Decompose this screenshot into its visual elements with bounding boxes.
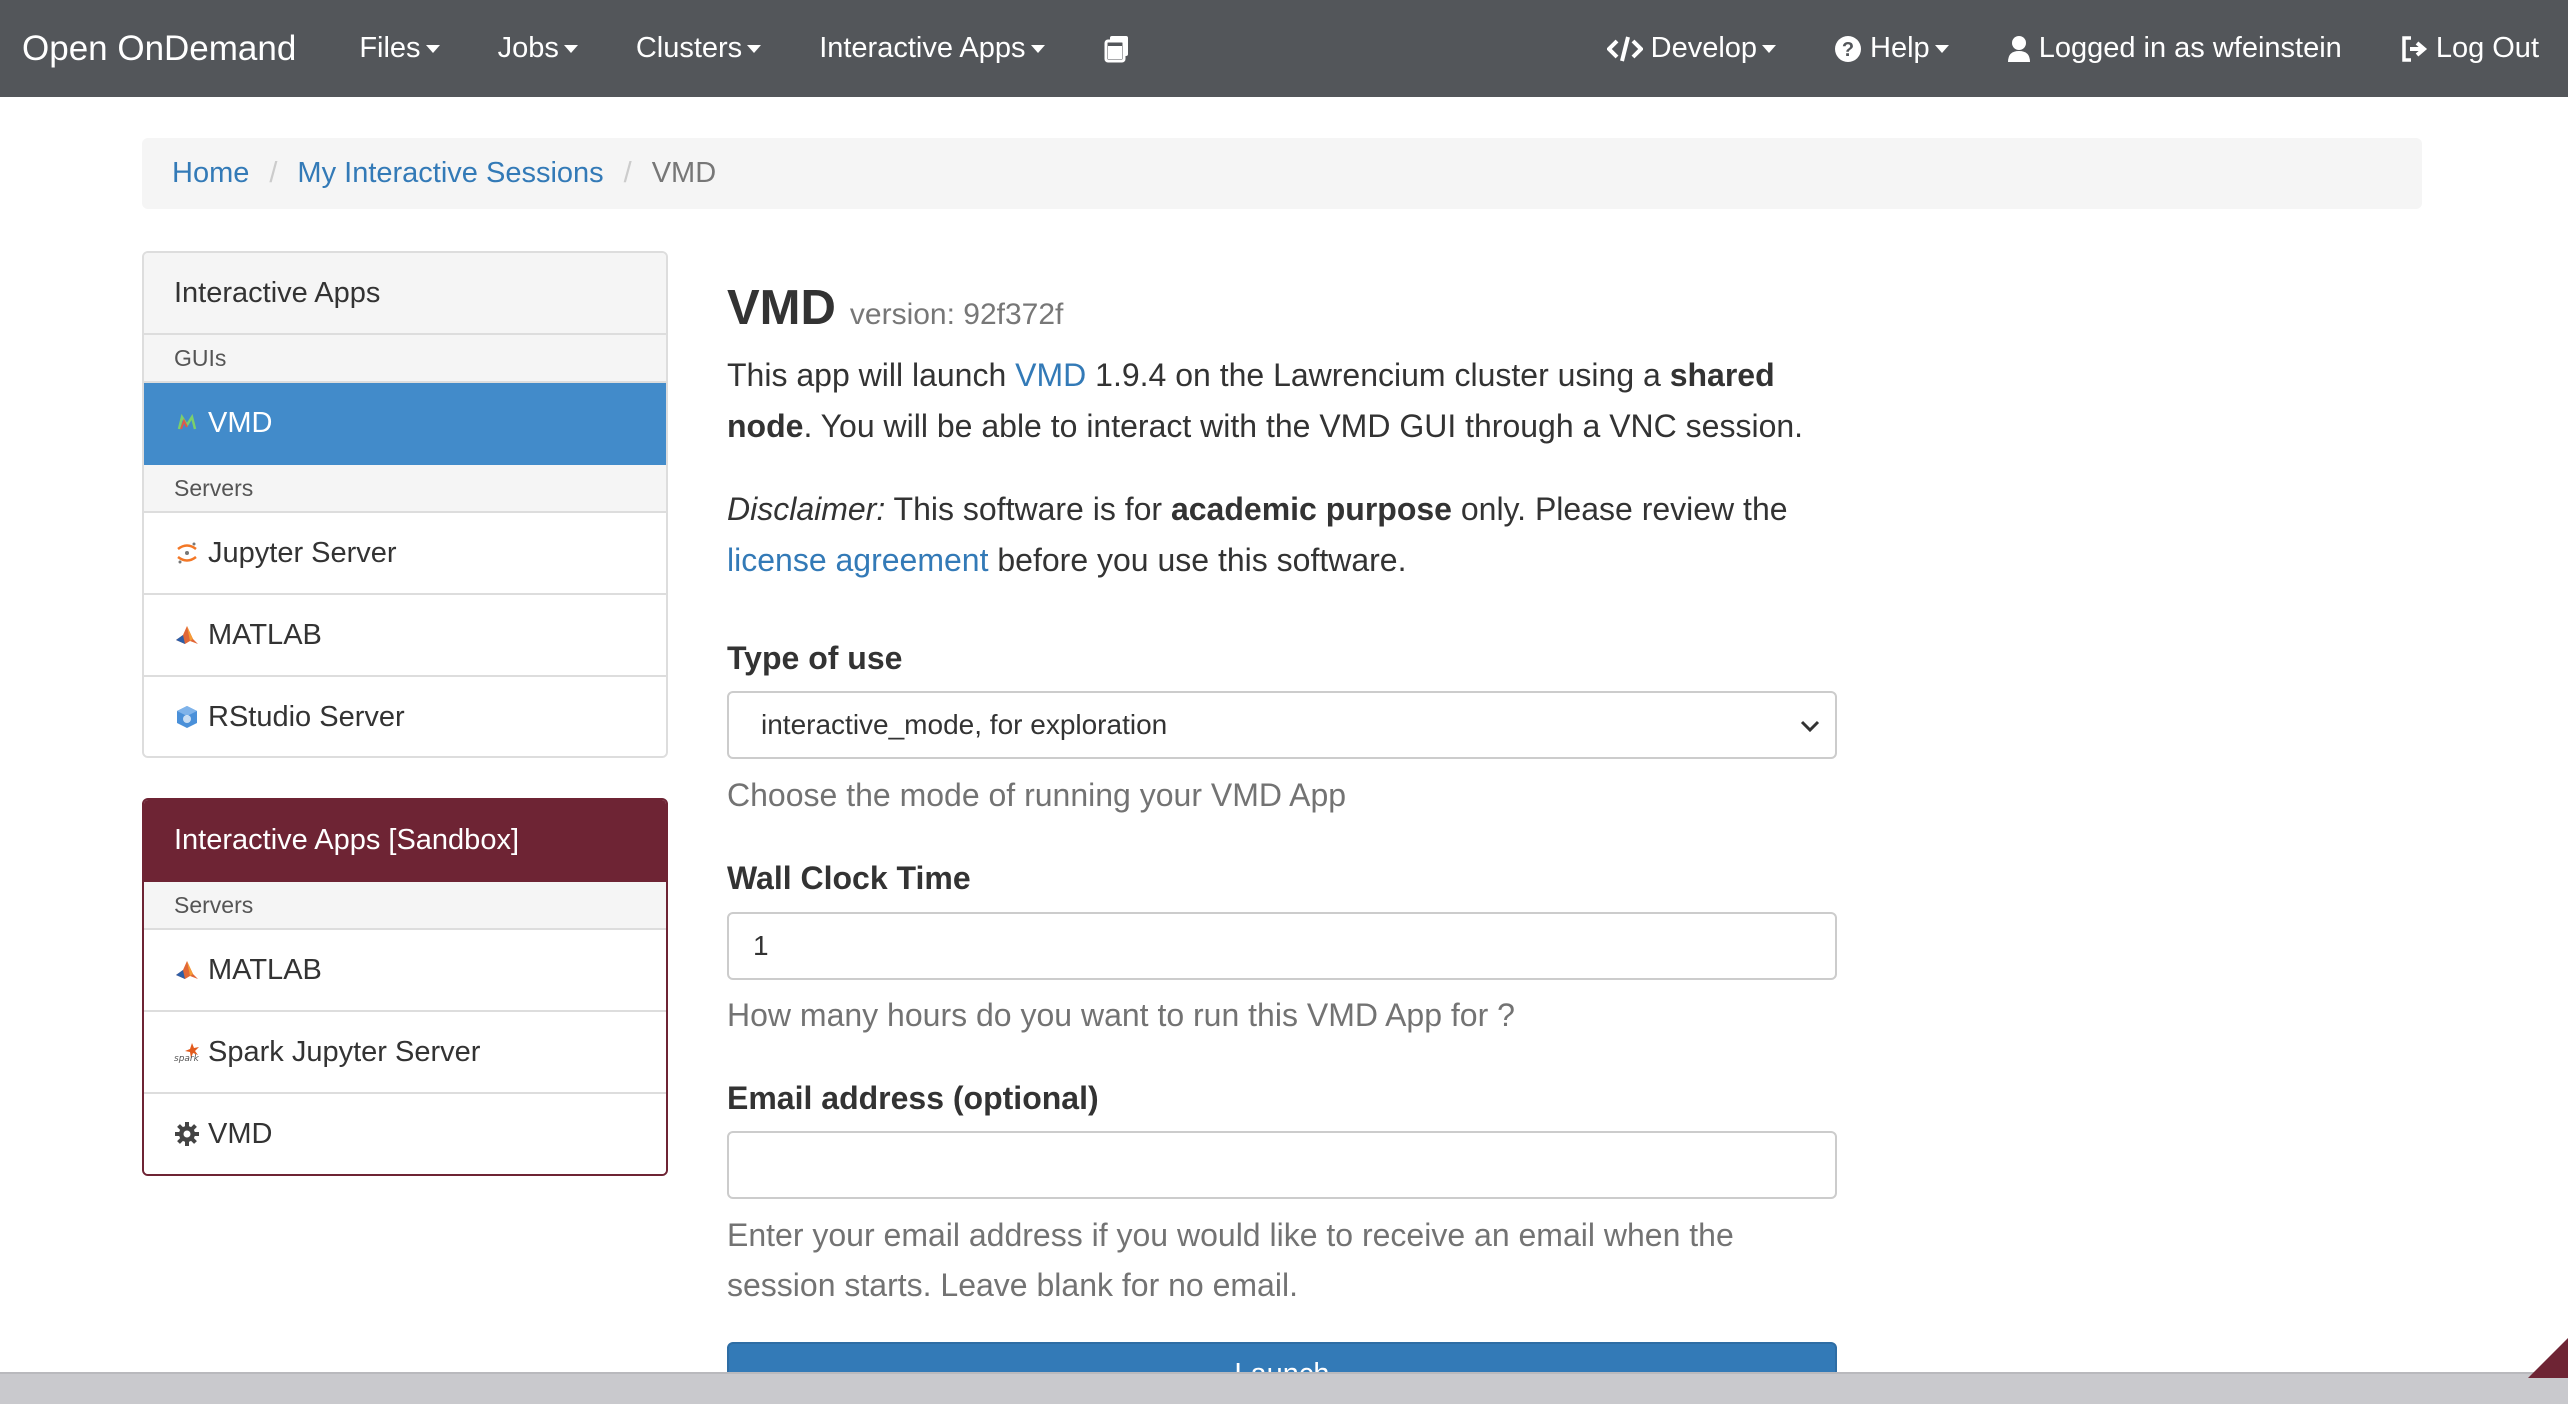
matlab-icon [174,622,200,648]
logout-label: Log Out [2435,32,2539,64]
jupyter-icon [174,540,200,566]
brand[interactable]: Open OnDemand [22,29,296,69]
breadcrumb-separator: / [623,157,632,189]
sandbox-item-matlab[interactable]: MATLAB [144,930,666,1012]
svg-text:spark: spark [174,1054,200,1063]
sidebar-item-label: Jupyter Server [208,536,397,569]
matlab-icon [174,957,200,983]
user-icon [2007,35,2030,62]
caret-down-icon [425,44,440,53]
question-circle-icon: ? [1835,35,1862,62]
help-menu-label: Help [1870,32,1930,64]
breadcrumb-home[interactable]: Home [172,157,249,190]
sandbox-item-spark-jupyter-server[interactable]: spark Spark Jupyter Server [144,1012,666,1094]
sidebar-item-vmd[interactable]: VMD [144,383,666,465]
files-menu[interactable]: Files [330,32,468,65]
breadcrumb-current: VMD [651,157,717,189]
type-of-use-value: interactive_mode, for exploration [761,709,1168,740]
breadcrumb-sessions[interactable]: My Interactive Sessions [297,157,603,190]
sidebar-item-label: RStudio Server [208,700,405,733]
wall-clock-label: Wall Clock Time [727,860,971,896]
svg-text:?: ? [1842,39,1854,61]
sandbox-panel-heading: Interactive Apps [Sandbox] [144,800,666,882]
os-dock [0,1372,2568,1404]
vmd-icon [174,410,200,436]
caret-down-icon [563,44,578,53]
sandbox-item-label: VMD [208,1117,273,1150]
sidebar-item-label: MATLAB [208,618,322,651]
wall-clock-value: 1 [753,930,769,961]
group-header-guis: GUIs [144,335,666,383]
breadcrumb-separator: / [269,157,278,189]
type-of-use-label: Type of use [727,640,903,676]
email-help: Enter your email address if you would li… [727,1217,1734,1303]
sidebar-item-matlab[interactable]: MATLAB [144,595,666,677]
sidebar-item-jupyter-server[interactable]: Jupyter Server [144,513,666,595]
files-menu-label: Files [359,32,421,64]
gear-icon [174,1121,200,1147]
sandbox-item-label: MATLAB [208,953,322,986]
user-status: Logged in as wfeinstein [1978,32,2371,65]
sidebar-item-label: VMD [208,406,273,439]
sandbox-item-vmd[interactable]: VMD [144,1094,666,1174]
email-input[interactable] [727,1131,1837,1199]
type-of-use-help: Choose the mode of running your VMD App [727,777,1347,813]
spark-icon: spark [174,1039,200,1065]
logout-link[interactable]: Log Out [2371,32,2568,65]
interactive-apps-panel: Interactive Apps GUIs VMD Servers Jupyte… [142,251,668,758]
group-header-servers: Servers [144,882,666,930]
dock-corner [2528,1338,2568,1378]
wall-clock-help: How many hours do you want to run this V… [727,997,1515,1033]
wall-clock-input[interactable]: 1 [727,912,1837,980]
logged-in-label: Logged in as wfeinstein [2038,32,2342,64]
sandbox-apps-panel: Interactive Apps [Sandbox] Servers MATLA… [142,798,668,1176]
sign-out-icon [2402,35,2427,62]
jobs-menu-label: Jobs [497,32,559,64]
panel-heading: Interactive Apps [144,253,666,335]
launch-form: Type of use interactive_mode, for explor… [727,0,1837,1402]
email-label: Email address (optional) [727,1080,1099,1116]
chevron-down-icon [1800,720,1820,733]
group-header-servers: Servers [144,465,666,513]
type-of-use-select[interactable]: interactive_mode, for exploration [727,691,1837,759]
jobs-menu[interactable]: Jobs [469,32,607,65]
caret-down-icon [1934,44,1949,53]
sandbox-item-label: Spark Jupyter Server [208,1035,481,1068]
rstudio-icon [174,704,200,730]
sidebar-item-rstudio-server[interactable]: RStudio Server [144,677,666,756]
